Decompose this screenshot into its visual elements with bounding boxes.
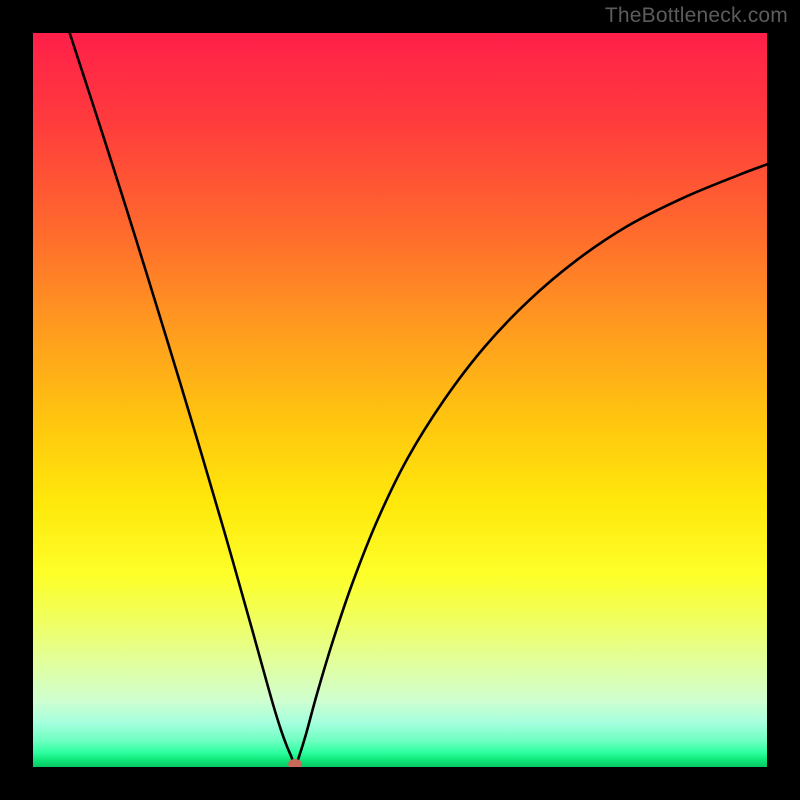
optimum-marker <box>288 759 302 767</box>
chart-frame: TheBottleneck.com <box>0 0 800 800</box>
watermark-text: TheBottleneck.com <box>605 4 788 28</box>
chart-plot-area <box>33 33 767 767</box>
chart-svg <box>33 33 767 767</box>
bottleneck-curve <box>70 33 767 767</box>
